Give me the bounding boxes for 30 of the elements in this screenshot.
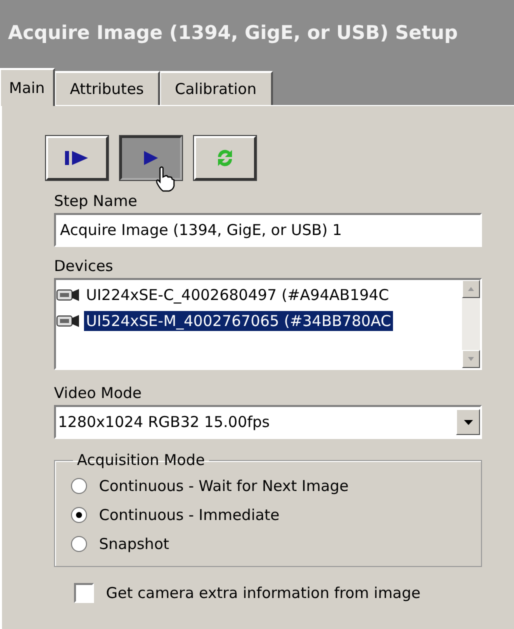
hand-cursor-icon <box>154 166 176 192</box>
video-mode-dropdown[interactable]: 1280x1024 RGB32 15.00fps <box>54 405 482 439</box>
camera-icon <box>56 314 80 328</box>
camera-icon <box>56 288 80 302</box>
device-list-item[interactable]: UI224xSE-C_4002680497 (#A94AB194C <box>56 282 462 308</box>
radio-button[interactable] <box>71 506 87 522</box>
field-label: Video Mode <box>54 384 143 402</box>
down-arrow-icon <box>468 357 474 361</box>
play-icon <box>142 150 160 166</box>
scrollbar[interactable] <box>462 280 480 368</box>
checkbox-label: Get camera extra information from image <box>106 584 420 602</box>
group-title: Acquisition Mode <box>76 451 206 469</box>
refresh-icon <box>215 147 235 169</box>
step-name-field[interactable]: Acquire Image (1394, GigE, or USB) 1 <box>54 213 482 247</box>
field-label: Devices <box>54 257 114 275</box>
window-title: Acquire Image (1394, GigE, or USB) Setup <box>8 22 458 44</box>
up-arrow-icon <box>468 287 474 291</box>
radio-button[interactable] <box>71 536 87 552</box>
devices-listbox[interactable]: UI224xSE-C_4002680497 (#A94AB194C UI524xSE-M_4002767065 (#34BB780AC <box>54 278 482 370</box>
checkbox[interactable] <box>74 583 94 603</box>
radio-label: Continuous - Immediate <box>99 506 280 524</box>
radio-button[interactable] <box>71 478 87 494</box>
step-play-icon <box>64 150 90 166</box>
field-label: Step Name <box>54 192 138 210</box>
radio-label: Snapshot <box>99 534 170 552</box>
tab[interactable]: Calibration <box>160 71 272 105</box>
radio-label: Continuous - Wait for Next Image <box>99 476 349 494</box>
caret-icon <box>464 420 472 424</box>
tab[interactable]: Main <box>0 68 55 106</box>
tab[interactable]: Attributes <box>54 71 160 105</box>
